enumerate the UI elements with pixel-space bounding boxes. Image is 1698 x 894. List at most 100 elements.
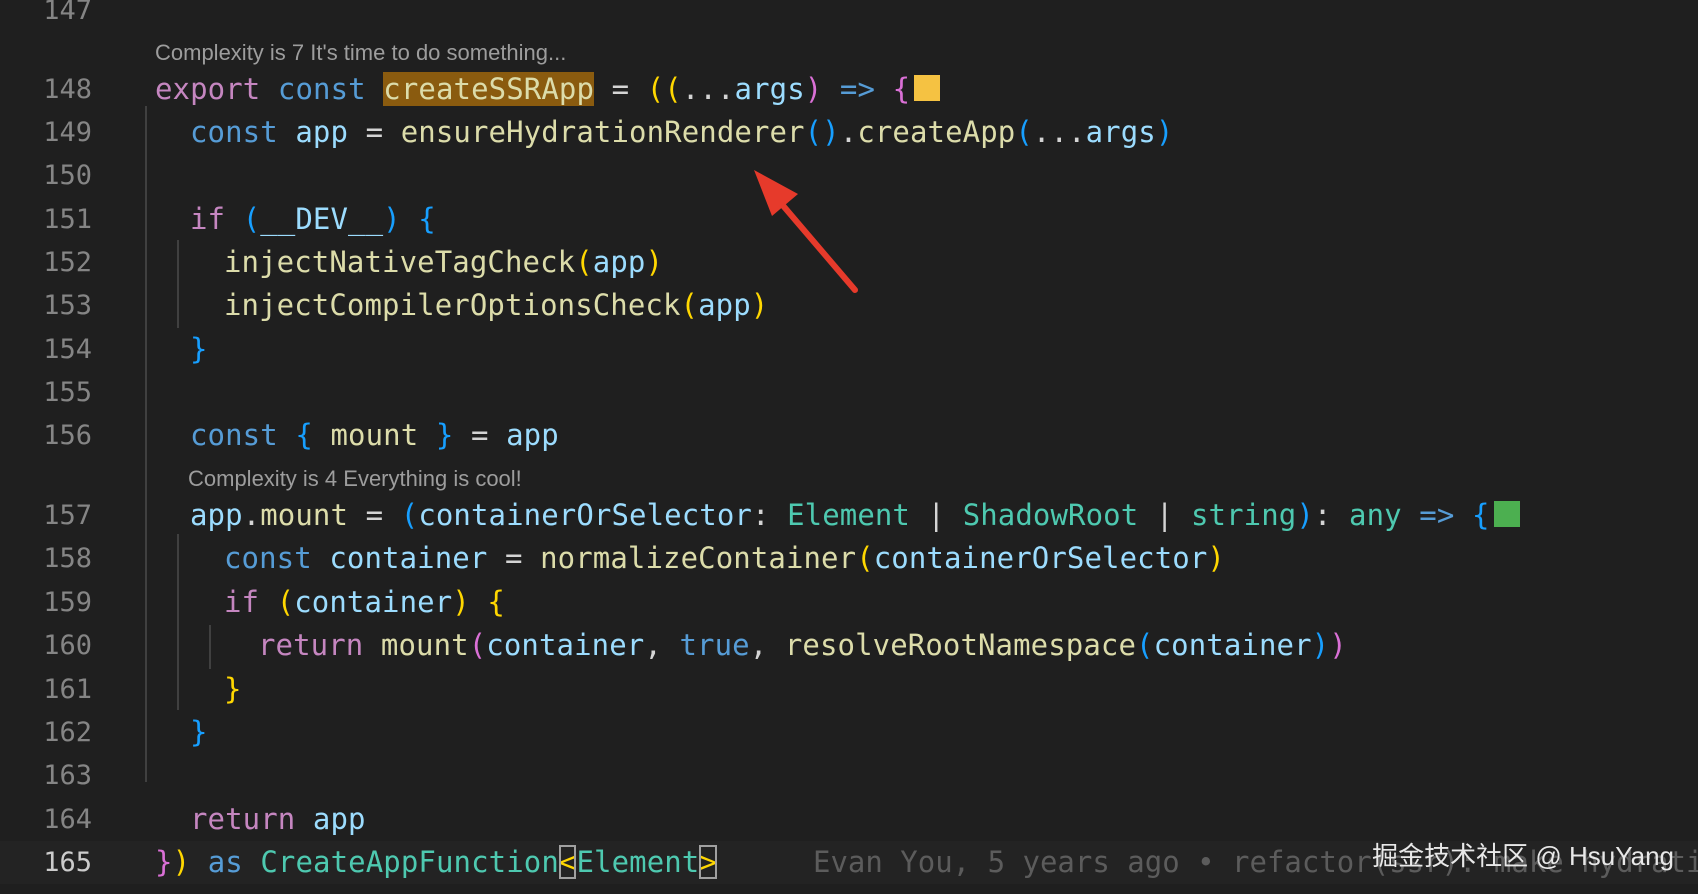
bracket: ( xyxy=(242,202,261,236)
keyword: const xyxy=(190,115,278,149)
bracket: ( xyxy=(680,288,699,322)
code-editor[interactable]: 147 Complexity is 7 It's time to do some… xyxy=(0,0,1698,894)
code-text: if (container) { xyxy=(224,581,505,624)
line-number: 148 xyxy=(43,74,92,105)
bracket: { xyxy=(295,418,313,452)
code-text: } xyxy=(190,328,208,371)
operator: , xyxy=(644,628,680,662)
bracket: } xyxy=(224,672,242,706)
code-line-155[interactable]: 155 xyxy=(0,371,1698,414)
code-line-154[interactable]: 154 } xyxy=(0,328,1698,371)
type-name: string xyxy=(1190,498,1297,532)
complexity-high-icon xyxy=(914,75,941,101)
code-line-148[interactable]: 148 export const createSSRApp = ((...arg… xyxy=(0,68,1698,111)
code-line-149[interactable]: 149 const app = ensureHydrationRenderer(… xyxy=(0,111,1698,154)
line-number: 151 xyxy=(43,204,92,235)
code-line-162[interactable]: 162 } xyxy=(0,711,1698,754)
bracket: { xyxy=(487,585,505,619)
code-line-158[interactable]: 158 const container = normalizeContainer… xyxy=(0,537,1698,580)
literal: true xyxy=(679,628,750,662)
operator: . xyxy=(839,115,858,149)
bracket: } xyxy=(155,845,173,879)
code-text: if (__DEV__) { xyxy=(190,198,436,241)
function-name: resolveRootNamespace xyxy=(784,628,1137,662)
keyword: const xyxy=(224,541,312,575)
code-line-163[interactable]: 163 xyxy=(0,754,1698,797)
line-number: 154 xyxy=(43,334,92,365)
annotation-arrow-icon xyxy=(754,170,858,293)
line-number: 162 xyxy=(43,717,92,748)
keyword: return xyxy=(190,802,296,836)
code-line-160[interactable]: 160 return mount(container, true, resolv… xyxy=(0,624,1698,667)
operator: = xyxy=(487,541,541,575)
complexity-codelens[interactable]: Complexity is 7 It's time to do somethin… xyxy=(155,40,566,66)
operator: = xyxy=(348,498,401,532)
line-number: 163 xyxy=(43,760,92,791)
keyword: if xyxy=(224,585,260,619)
operator: : xyxy=(1313,498,1350,532)
bracket: { xyxy=(418,202,436,236)
code-line-147[interactable]: 147 xyxy=(0,0,1698,32)
matched-bracket: < xyxy=(558,845,577,879)
identifier: mount xyxy=(330,418,419,452)
code-text: const { mount } = app xyxy=(190,414,559,457)
highlighted-identifier: createSSRApp xyxy=(383,72,595,106)
keyword: if xyxy=(190,202,226,236)
complexity-codelens[interactable]: Complexity is 4 Everything is cool! xyxy=(188,466,522,492)
code-text: export const createSSRApp = ((...args) =… xyxy=(155,68,941,111)
code-line-156[interactable]: 156 const { mount } = app xyxy=(0,414,1698,457)
identifier: app xyxy=(312,802,366,836)
code-text: const container = normalizeContainer(con… xyxy=(224,537,1225,580)
identifier: app xyxy=(592,245,646,279)
code-line-164[interactable]: 164 return app xyxy=(0,798,1698,841)
operator: => xyxy=(1401,498,1472,532)
line-number: 160 xyxy=(43,630,92,661)
identifier: mount xyxy=(260,498,349,532)
operator: = xyxy=(453,418,507,452)
line-number: 153 xyxy=(43,290,92,321)
bracket: ( xyxy=(400,498,419,532)
bracket: { xyxy=(1471,498,1490,532)
bracket: ) xyxy=(1296,498,1314,532)
identifier: app xyxy=(295,115,349,149)
bracket: ) xyxy=(645,245,664,279)
operator: | xyxy=(910,498,963,532)
line-number: 155 xyxy=(43,377,92,408)
bracket: ) xyxy=(1311,628,1330,662)
bracket: ( xyxy=(856,541,874,575)
bracket: ( xyxy=(1015,115,1033,149)
identifier: container xyxy=(294,585,453,619)
keyword: const xyxy=(190,418,278,452)
bracket: ) xyxy=(383,202,401,236)
bracket: ) xyxy=(1207,541,1225,575)
identifier: args xyxy=(734,72,805,106)
bracket: ( xyxy=(276,585,295,619)
line-number: 149 xyxy=(43,117,92,148)
operator: | xyxy=(1138,498,1191,532)
identifier: app xyxy=(190,498,243,532)
function-name: mount xyxy=(380,628,469,662)
line-number: 147 xyxy=(43,0,92,26)
identifier: container xyxy=(486,628,645,662)
line-number: 164 xyxy=(43,804,92,835)
bracket: { xyxy=(892,72,911,106)
function-name: normalizeContainer xyxy=(540,541,857,575)
operator: : xyxy=(751,498,788,532)
code-line-159[interactable]: 159 if (container) { xyxy=(0,581,1698,624)
bracket: ) xyxy=(804,72,823,106)
type-name: any xyxy=(1349,498,1402,532)
line-number: 152 xyxy=(43,247,92,278)
identifier: container xyxy=(329,541,488,575)
code-line-161[interactable]: 161 } xyxy=(0,668,1698,711)
line-number: 150 xyxy=(43,160,92,191)
line-number: 165 xyxy=(43,847,92,878)
bracket: ( xyxy=(575,245,593,279)
bracket: } xyxy=(435,418,454,452)
line-number: 156 xyxy=(43,420,92,451)
type-name: ShadowRoot xyxy=(962,498,1139,532)
type-name: Element xyxy=(787,498,910,532)
bracket: } xyxy=(190,715,208,749)
keyword: export xyxy=(155,72,261,106)
code-line-157[interactable]: 157 app.mount = (containerOrSelector: El… xyxy=(0,494,1698,537)
line-number: 158 xyxy=(43,543,92,574)
